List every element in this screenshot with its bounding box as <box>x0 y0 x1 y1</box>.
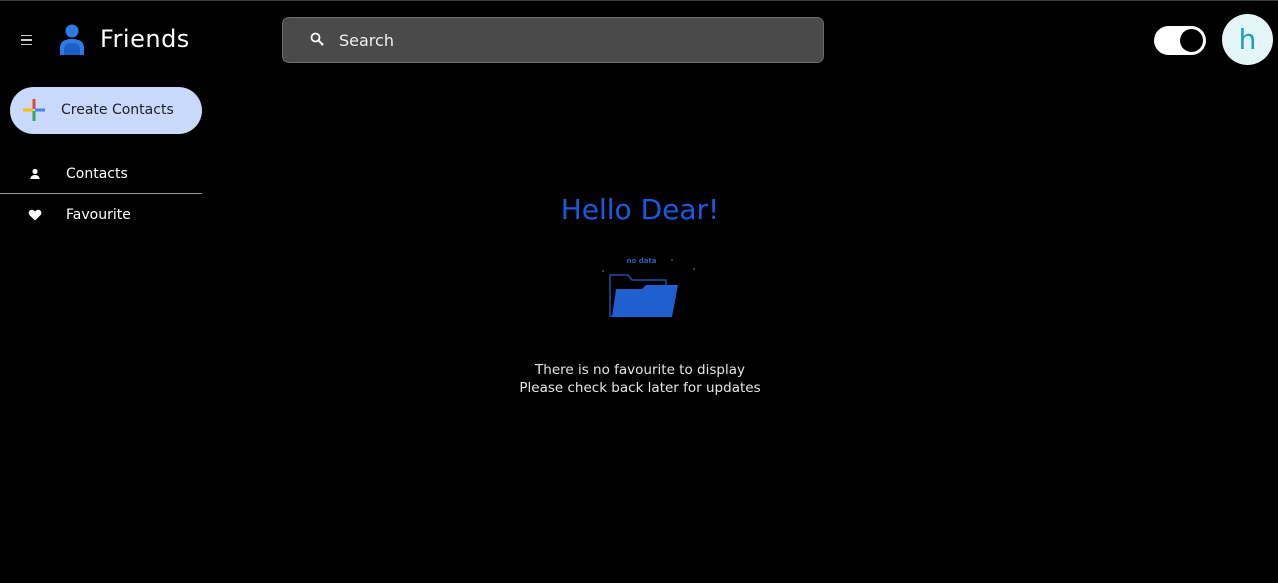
search-icon <box>310 32 324 46</box>
search-input[interactable] <box>339 26 809 54</box>
heart-icon <box>28 209 42 221</box>
person-icon <box>60 24 84 55</box>
menu-line <box>20 39 32 41</box>
person-icon <box>30 168 40 179</box>
sidebar-item-label: Favourite <box>66 207 131 223</box>
empty-message-line-1: There is no favourite to display <box>535 362 745 378</box>
menu-line <box>20 43 32 46</box>
theme-toggle[interactable] <box>1154 26 1206 55</box>
top-border <box>0 0 1278 1</box>
illustration-label: no data <box>626 257 656 265</box>
empty-message-line-2: Please check back later for updates <box>519 380 761 396</box>
toggle-knob <box>1180 29 1203 52</box>
create-contacts-label: Create Contacts <box>61 102 174 118</box>
hamburger-menu-button[interactable] <box>14 28 38 52</box>
empty-folder-illustration: no data <box>602 257 695 317</box>
sidebar-item-contacts[interactable]: Contacts <box>0 154 202 194</box>
app-title: Friends <box>100 25 190 53</box>
sidebar-item-label: Contacts <box>66 166 128 182</box>
menu-line <box>20 34 32 37</box>
sidebar-item-favourite[interactable]: Favourite <box>0 195 202 235</box>
multicolor-plus-icon <box>23 99 45 121</box>
greeting-heading: Hello Dear! <box>560 193 720 226</box>
create-contacts-button[interactable]: Create Contacts <box>10 87 202 134</box>
search-bar[interactable] <box>282 17 824 63</box>
avatar[interactable]: h <box>1222 14 1273 65</box>
